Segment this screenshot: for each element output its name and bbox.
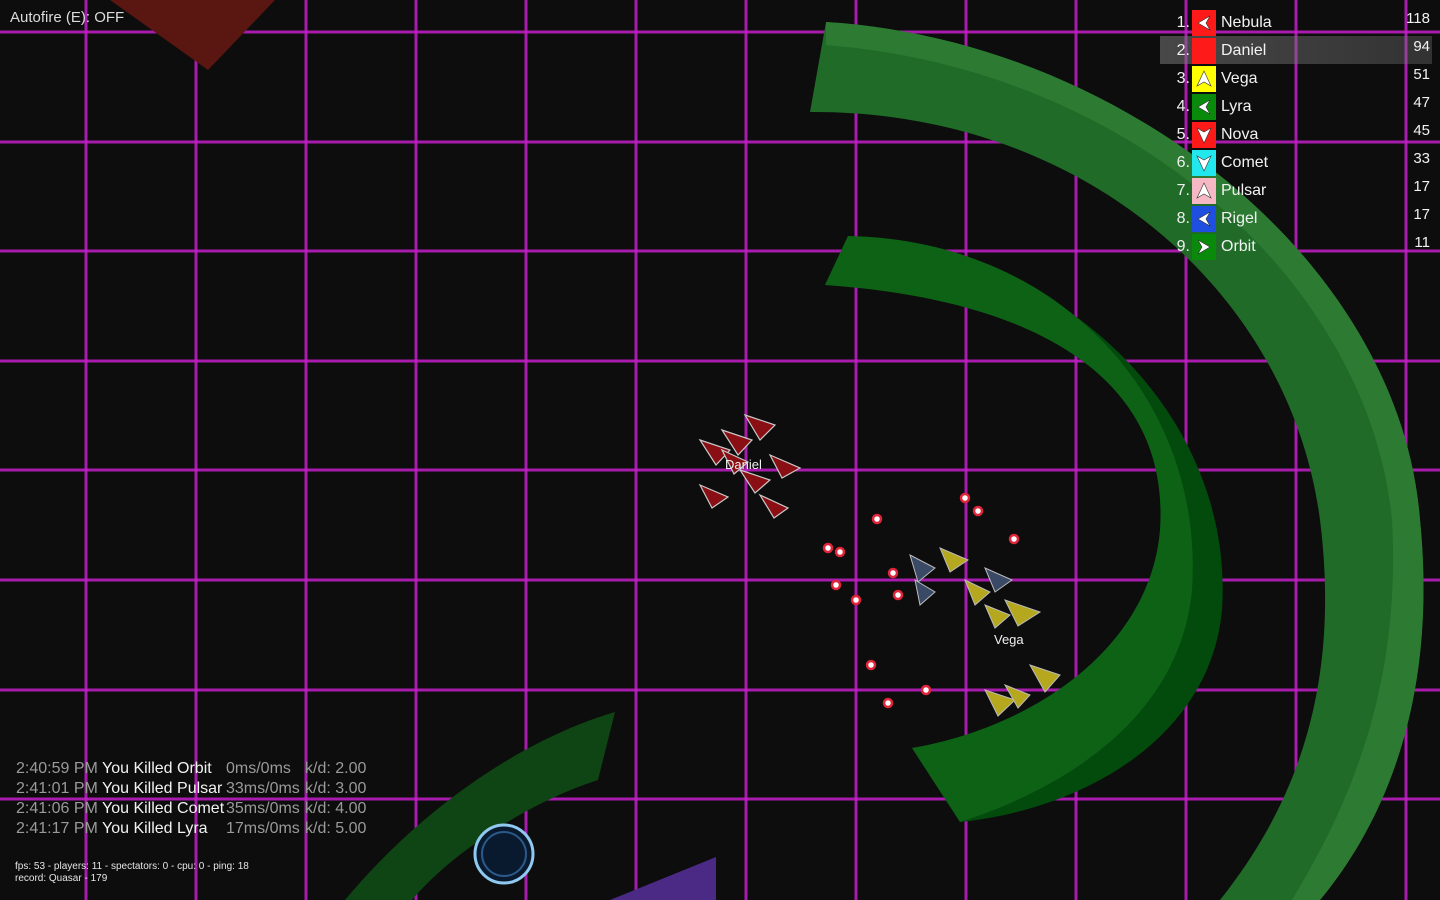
projectile [892, 589, 904, 601]
leaderboard-rank: 2. [1176, 42, 1190, 59]
arrow-down-icon [1196, 127, 1212, 144]
arrow-right-icon [1197, 239, 1211, 255]
kill-ping: 0ms/0ms [226, 760, 291, 777]
projectile [871, 513, 883, 525]
projectile [959, 492, 971, 504]
leaderboard-rank: 9. [1176, 238, 1190, 255]
server-stats: fps: 53 - players: 11 - spectators: 0 - … [15, 861, 249, 885]
leaderboard-rank: 8. [1176, 210, 1190, 227]
leaderboard: 1. Nebula 118 2. Daniel 94 3. Vega 51 4. Lyra 47 5. N… [1160, 8, 1432, 260]
leaderboard-row: 7. Pulsar 17 [1160, 176, 1432, 204]
player-color-swatch [1192, 206, 1216, 232]
record-line: record: Quasar - 179 [15, 873, 108, 884]
kill-message: You Killed Pulsar [102, 780, 223, 797]
arrow-up-icon [1196, 70, 1212, 87]
leaderboard-row: 3. Vega 51 [1160, 64, 1432, 92]
leaderboard-row: 2. Daniel 94 [1160, 36, 1432, 64]
projectile [850, 594, 862, 606]
kill-ping: 33ms/0ms [226, 780, 300, 797]
projectile [920, 684, 932, 696]
leaderboard-score: 17 [1413, 178, 1430, 195]
daniel-ship-label: Daniel [725, 457, 762, 472]
red-diamond-obstacle [110, 0, 275, 70]
autofire-status: Autofire (E): OFF [10, 9, 125, 26]
kill-time: 2:41:17 PM [16, 820, 98, 837]
kill-kd-ratio: k/d: 3.00 [305, 780, 367, 797]
arrow-left-icon [1197, 211, 1211, 227]
leaderboard-player-name: Nebula [1221, 14, 1272, 31]
leaderboard-row: 6. Comet 33 [1160, 148, 1432, 176]
player-color-swatch [1192, 150, 1216, 176]
leaderboard-score: 47 [1413, 94, 1430, 111]
leaderboard-rank: 5. [1176, 126, 1190, 143]
kill-time: 2:41:06 PM [16, 800, 98, 817]
projectile [972, 505, 984, 517]
leaderboard-rank: 7. [1176, 182, 1190, 199]
inner-green-arc [825, 236, 1223, 822]
player-color-swatch [1192, 178, 1216, 204]
leaderboard-score: 118 [1406, 10, 1430, 27]
projectile [887, 567, 899, 579]
kill-time: 2:41:01 PM [16, 780, 98, 797]
leaderboard-player-name: Rigel [1221, 210, 1258, 227]
leaderboard-player-name: Vega [1221, 70, 1258, 87]
player-color-swatch [1192, 38, 1216, 64]
player-color-swatch [1192, 10, 1216, 36]
leaderboard-rank: 4. [1176, 98, 1190, 115]
kill-message: You Killed Orbit [102, 760, 212, 777]
projectile [882, 697, 894, 709]
leaderboard-row: 1. Nebula 118 [1160, 8, 1432, 36]
leaderboard-rank: 3. [1176, 70, 1190, 87]
player-color-swatch [1192, 66, 1216, 92]
kill-kd-ratio: k/d: 5.00 [305, 820, 367, 837]
kill-kd-ratio: k/d: 2.00 [305, 760, 367, 777]
purple-obstacle [610, 857, 716, 900]
leaderboard-row: 9. Orbit 11 [1160, 232, 1432, 260]
arrow-left-icon [1197, 99, 1211, 115]
projectile [834, 546, 846, 558]
projectile [865, 659, 877, 671]
kill-ping: 17ms/0ms [226, 820, 300, 837]
leaderboard-player-name: Nova [1221, 126, 1259, 143]
arrow-left-icon [1197, 15, 1211, 31]
leaderboard-rank: 6. [1176, 154, 1190, 171]
player-color-swatch [1192, 94, 1216, 120]
player-color-swatch [1192, 234, 1216, 260]
vega-ship-label: Vega [994, 632, 1024, 647]
leaderboard-score: 51 [1413, 66, 1430, 83]
stats-line: fps: 53 - players: 11 - spectators: 0 - … [15, 861, 249, 872]
leaderboard-row: 4. Lyra 47 [1160, 92, 1432, 120]
leaderboard-row: 8. Rigel 17 [1160, 204, 1432, 232]
kill-kd-ratio: k/d: 4.00 [305, 800, 367, 817]
leaderboard-score: 94 [1413, 38, 1430, 55]
leaderboard-player-name: Pulsar [1221, 182, 1267, 199]
leaderboard-rank: 1. [1176, 14, 1190, 31]
kill-ping: 35ms/0ms [226, 800, 300, 817]
leaderboard-player-name: Comet [1221, 154, 1269, 171]
leaderboard-player-name: Lyra [1221, 98, 1252, 115]
arrow-down-icon [1196, 155, 1212, 172]
projectile [830, 579, 842, 591]
player-color-swatch [1192, 122, 1216, 148]
projectile [1008, 533, 1020, 545]
projectile [822, 542, 834, 554]
leaderboard-score: 17 [1413, 206, 1430, 223]
leaderboard-score: 33 [1413, 150, 1430, 167]
arrow-up-icon [1196, 182, 1212, 199]
shield-bubble [473, 823, 535, 885]
kill-time: 2:40:59 PM [16, 760, 98, 777]
leaderboard-score: 45 [1413, 122, 1430, 139]
kill-message: You Killed Lyra [102, 820, 208, 837]
kill-message: You Killed Comet [102, 800, 225, 817]
leaderboard-score: 11 [1414, 234, 1430, 251]
leaderboard-player-name: Daniel [1221, 42, 1267, 59]
leaderboard-row: 5. Nova 45 [1160, 120, 1432, 148]
leaderboard-player-name: Orbit [1221, 238, 1256, 255]
